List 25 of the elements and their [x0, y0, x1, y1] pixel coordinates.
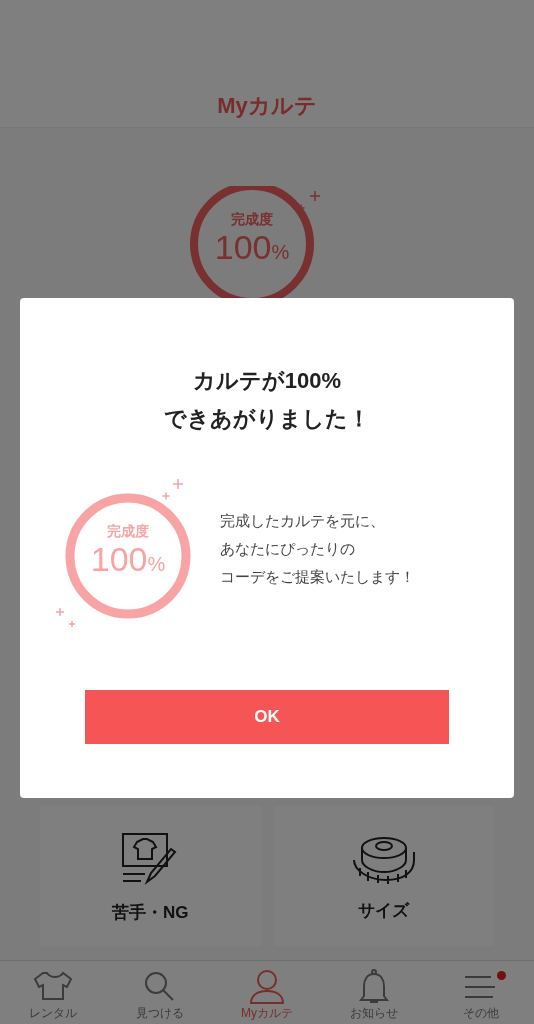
- badge-label: 完成度: [231, 212, 273, 226]
- dialog-title: カルテが100%: [192, 367, 342, 395]
- badge-value: 100%: [90, 542, 166, 576]
- nav-tab[interactable]: 見つける: [106, 961, 214, 1024]
- nav-tab[interactable]: Myカルテ: [213, 961, 321, 1024]
- ok-button[interactable]: OK: [85, 690, 449, 744]
- sparkle-icon: [172, 478, 184, 490]
- dialog-message: あなたにぴったりの: [220, 539, 356, 559]
- ring-icon: [65, 493, 191, 619]
- nav-tab[interactable]: レンタル: [0, 961, 107, 1024]
- card-label: サイズ: [358, 901, 410, 919]
- person-icon: [247, 968, 287, 1005]
- sparkle-icon: [161, 491, 171, 501]
- badge-value: 100%: [214, 230, 290, 264]
- nav-tab[interactable]: お知らせ: [320, 961, 428, 1024]
- dialog-message: 完成したカルテを元に、: [220, 511, 386, 531]
- sparkle-icon: [68, 620, 76, 628]
- badge-label: 完成度: [107, 524, 149, 538]
- page-title: Myカルテ: [217, 95, 317, 117]
- dialog-title: できあがりました！: [164, 405, 370, 433]
- nav-tab[interactable]: その他: [427, 961, 534, 1024]
- dialog-message: コーデをご提案いたします！: [220, 567, 415, 587]
- sparkle-icon: [309, 190, 321, 202]
- sparkle-icon: [55, 607, 65, 617]
- card-label: 苦手・NG: [112, 903, 189, 921]
